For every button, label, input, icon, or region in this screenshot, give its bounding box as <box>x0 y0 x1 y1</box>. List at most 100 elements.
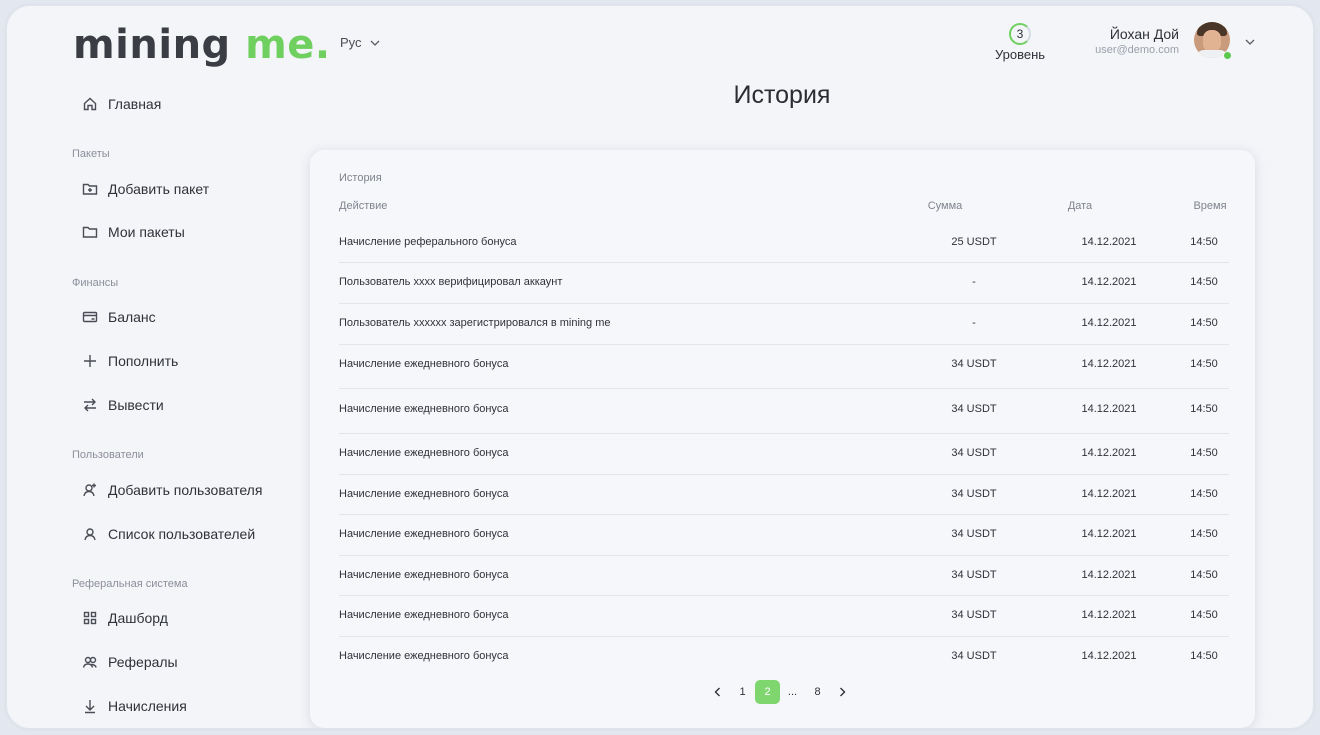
page-title: История <box>733 81 831 109</box>
cell-sum: 34 USDT <box>951 528 997 540</box>
table-row: Начисление ежедневного бонуса 34 USDT 14… <box>339 637 1229 677</box>
sidebar-item-label: Баланс <box>108 309 156 325</box>
transfer-arrows-icon <box>84 398 96 412</box>
column-header-sum: Сумма <box>927 200 963 212</box>
cell-time: 14:50 <box>1190 236 1218 248</box>
table-row: Начисление ежедневного бонуса 34 USDT 14… <box>339 475 1229 515</box>
pagination-page-current[interactable]: 2 <box>755 680 780 704</box>
cell-sum: 25 USDT <box>951 236 997 248</box>
cell-action: Начисление ежедневного бонуса <box>339 358 509 370</box>
level-label: Уровень <box>994 47 1046 62</box>
sidebar-item-accruals[interactable]: Начисления <box>82 698 187 714</box>
sidebar-item-label: Добавить пользователя <box>108 482 263 498</box>
sidebar-item-home[interactable]: Главная <box>82 96 161 112</box>
cell-sum: - <box>972 317 976 329</box>
card-title: История <box>339 172 382 184</box>
chevron-down-icon <box>370 40 379 46</box>
grid-icon <box>83 611 97 625</box>
cell-sum: 34 USDT <box>951 609 997 621</box>
user-email: user@demo.com <box>1095 44 1179 56</box>
sidebar-item-my-packages[interactable]: Мои пакеты <box>82 224 185 240</box>
online-status-dot <box>1223 51 1232 60</box>
cell-date: 14.12.2021 <box>1081 447 1137 459</box>
plus-icon <box>84 355 96 367</box>
cell-date: 14.12.2021 <box>1081 609 1137 621</box>
cell-sum: 34 USDT <box>951 447 997 459</box>
cell-sum: 34 USDT <box>951 488 997 500</box>
cell-action: Начисление ежедневного бонуса <box>339 569 509 581</box>
user-icon <box>84 528 96 541</box>
cell-date: 14.12.2021 <box>1081 317 1137 329</box>
sidebar-item-label: Главная <box>108 96 162 112</box>
pagination: 1 2 ... 8 <box>705 680 855 704</box>
sidebar-item-add-user[interactable]: Добавить пользователя <box>82 482 262 498</box>
level-badge: 3 <box>1009 23 1031 45</box>
table-row: Начисление ежедневного бонуса 34 USDT 14… <box>339 596 1229 637</box>
sidebar-section-packages: Пакеты <box>72 148 110 160</box>
sidebar-item-balance[interactable]: Баланс <box>82 309 156 325</box>
cell-action: Начисление ежедневного бонуса <box>339 447 509 459</box>
table-row: Начисление ежедневного бонуса 34 USDT 14… <box>339 556 1229 596</box>
chevron-down-icon[interactable] <box>1245 39 1255 45</box>
cell-time: 14:50 <box>1190 609 1218 621</box>
sidebar-item-withdraw[interactable]: Вывести <box>82 397 164 413</box>
folder-plus-icon <box>82 183 98 195</box>
pagination-page-last[interactable]: 8 <box>805 680 830 704</box>
cell-action: Пользователь xxxx верифицировал аккаунт <box>339 276 563 288</box>
cell-action: Начисление ежедневного бонуса <box>339 403 509 415</box>
pagination-prev-button[interactable] <box>705 680 730 704</box>
cell-sum: 34 USDT <box>951 403 997 415</box>
cell-sum: 34 USDT <box>951 569 997 581</box>
sidebar-item-label: Мои пакеты <box>108 224 185 240</box>
user-level[interactable]: 3 Уровень <box>991 23 1049 62</box>
pagination-next-button[interactable] <box>830 680 855 704</box>
table-row: Начисление ежедневного бонуса 34 USDT 14… <box>339 389 1229 434</box>
cell-action: Начисление ежедневного бонуса <box>339 650 509 662</box>
cell-date: 14.12.2021 <box>1081 569 1137 581</box>
sidebar-item-label: Список пользователей <box>108 526 256 542</box>
cell-date: 14.12.2021 <box>1081 276 1137 288</box>
chevron-right-icon <box>840 687 846 697</box>
user-info[interactable]: Йохан Дой user@demo.com <box>1087 26 1179 56</box>
column-header-action: Действие <box>339 200 388 212</box>
sidebar-item-label: Пополнить <box>108 353 179 369</box>
cell-time: 14:50 <box>1190 276 1218 288</box>
cell-time: 14:50 <box>1190 650 1218 662</box>
sidebar-item-user-list[interactable]: Список пользователей <box>82 526 255 542</box>
sidebar-item-top-up[interactable]: Пополнить <box>82 353 178 369</box>
column-header-date: Дата <box>1067 200 1093 212</box>
wallet-icon <box>82 311 98 323</box>
cell-date: 14.12.2021 <box>1081 488 1137 500</box>
cell-date: 14.12.2021 <box>1081 358 1137 370</box>
column-header-time: Время <box>1193 200 1227 212</box>
cell-time: 14:50 <box>1190 528 1218 540</box>
home-icon <box>83 97 97 111</box>
cell-action: Начисление ежедневного бонуса <box>339 528 509 540</box>
history-card: История Действие Сумма Дата Время Начисл… <box>310 150 1255 728</box>
cell-time: 14:50 <box>1190 358 1218 370</box>
cell-time: 14:50 <box>1190 317 1218 329</box>
sidebar-item-label: Рефералы <box>108 654 178 670</box>
sidebar: Главная Пакеты Добавить пакет Мои пакеты… <box>7 6 307 728</box>
cell-action: Пользователь xxxxxx зарегистрировался в … <box>339 317 611 329</box>
sidebar-item-dashboard[interactable]: Дашборд <box>82 610 168 626</box>
sidebar-item-label: Добавить пакет <box>108 181 210 197</box>
pagination-page-1[interactable]: 1 <box>730 680 755 704</box>
table-row: Начисление ежедневного бонуса 34 USDT 14… <box>339 345 1229 389</box>
cell-time: 14:50 <box>1190 403 1218 415</box>
table-row: Начисление ежедневного бонуса 34 USDT 14… <box>339 515 1229 556</box>
cell-action: Начисление реферального бонуса <box>339 236 517 248</box>
language-label: Рус <box>340 35 362 50</box>
cell-sum: 34 USDT <box>951 650 997 662</box>
cell-date: 14.12.2021 <box>1081 650 1137 662</box>
sidebar-item-add-package[interactable]: Добавить пакет <box>82 181 209 197</box>
table-row: Начисление реферального бонуса 25 USDT 1… <box>339 223 1229 263</box>
cell-date: 14.12.2021 <box>1081 403 1137 415</box>
cell-date: 14.12.2021 <box>1081 528 1137 540</box>
language-selector[interactable]: Рус <box>340 35 380 50</box>
sidebar-item-referrals[interactable]: Рефералы <box>82 654 178 670</box>
sidebar-item-label: Дашборд <box>108 610 168 626</box>
table-row: Пользователь xxxx верифицировал аккаунт … <box>339 263 1229 304</box>
cell-date: 14.12.2021 <box>1081 236 1137 248</box>
user-plus-icon <box>83 483 96 497</box>
